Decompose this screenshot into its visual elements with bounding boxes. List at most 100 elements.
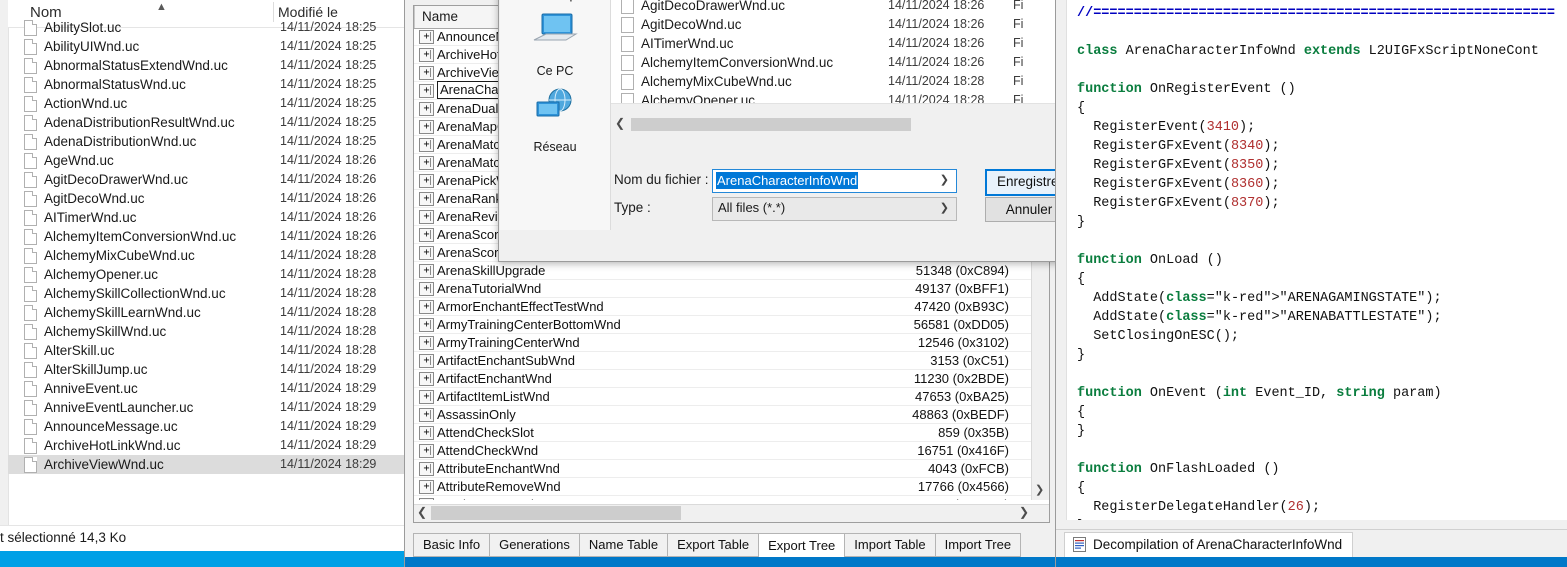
export-tree-row[interactable]: + ArmyTrainingCenterWnd 12546 (0x3102) — [414, 334, 1049, 352]
explorer-file-row[interactable]: AlterSkillJump.uc 14/11/2024 18:29 — [8, 360, 404, 379]
expand-plus-icon[interactable]: + — [419, 354, 434, 368]
dialog-file-row[interactable]: AlchemyOpener.uc 14/11/2024 18:28 Fi — [611, 91, 1071, 103]
expand-plus-icon[interactable]: + — [419, 102, 434, 116]
expand-plus-icon[interactable]: + — [419, 462, 434, 476]
code-editor[interactable]: //======================================… — [1067, 0, 1567, 533]
explorer-file-row[interactable]: AITimerWnd.uc 14/11/2024 18:26 — [8, 208, 404, 227]
expand-plus-icon[interactable]: + — [419, 300, 434, 314]
explorer-file-row[interactable]: AlchemySkillLearnWnd.uc 14/11/2024 18:28 — [8, 303, 404, 322]
expand-plus-icon[interactable]: + — [419, 156, 434, 170]
tool-tab-generations[interactable]: Generations — [489, 533, 580, 557]
tool-tab-name-table[interactable]: Name Table — [578, 533, 669, 557]
tool-tab-import-table[interactable]: Import Table — [844, 533, 936, 557]
export-tree-row[interactable]: + ArmyTrainingCenterBottomWnd 56581 (0xDD0… — [414, 316, 1049, 334]
expand-plus-icon[interactable]: + — [419, 480, 434, 494]
export-tree-row[interactable]: + AssassinOnly 48863 (0xBEDF) — [414, 406, 1049, 424]
explorer-file-row[interactable]: AlterSkill.uc 14/11/2024 18:28 — [8, 341, 404, 360]
expand-plus-icon[interactable]: + — [419, 84, 434, 98]
export-tree-row[interactable]: + AttendCheckWnd 16751 (0x416F) — [414, 442, 1049, 460]
expand-plus-icon[interactable]: + — [419, 192, 434, 206]
place-réseau[interactable]: Réseau — [500, 82, 610, 158]
dialog-file-row[interactable]: AlchemyItemConversionWnd.uc 14/11/2024 18… — [611, 53, 1071, 72]
horizontal-scroll-thumb[interactable] — [431, 506, 681, 520]
explorer-file-row[interactable]: AnniveEvent.uc 14/11/2024 18:29 — [8, 379, 404, 398]
chevron-down-icon[interactable]: ❯ — [940, 173, 949, 186]
explorer-file-row[interactable]: AlchemyItemConversionWnd.uc 14/11/2024 18… — [8, 227, 404, 246]
expand-plus-icon[interactable]: + — [419, 444, 434, 458]
export-tree-row[interactable]: + AttributeRemoveWnd 17766 (0x4566) — [414, 478, 1049, 496]
expand-plus-icon[interactable]: + — [419, 498, 434, 500]
dialog-file-row[interactable]: AITimerWnd.uc 14/11/2024 18:26 Fi — [611, 34, 1071, 53]
export-tree-column-name[interactable]: Name — [422, 9, 458, 24]
filetype-select[interactable]: All files (*.*) ❯ — [712, 197, 957, 221]
tool-tab-basic-info[interactable]: Basic Info — [413, 533, 491, 557]
explorer-file-row[interactable]: AgeWnd.uc 14/11/2024 18:26 — [8, 151, 404, 170]
expand-plus-icon[interactable]: + — [419, 174, 434, 188]
expand-plus-icon[interactable]: + — [419, 318, 434, 332]
export-tree-row[interactable]: + AttendCheckSlot 859 (0x35B) — [414, 424, 1049, 442]
dialog-file-row[interactable]: AgitDecoDrawerWnd.uc 14/11/2024 18:26 Fi — [611, 0, 1071, 15]
dialog-file-list[interactable]: AdenaDistributionWnd.uc14/11/2024 18:25F… — [611, 0, 1071, 104]
tool-tab-bar[interactable]: Basic Info Generations Name Table Export Ta… — [413, 533, 1022, 558]
explorer-file-row[interactable]: AgitDecoDrawerWnd.uc 14/11/2024 18:26 — [8, 170, 404, 189]
chevron-right-icon[interactable]: ❯ — [1019, 505, 1029, 519]
explorer-file-row[interactable]: AdenaDistributionResultWnd.uc 14/11/2024 … — [8, 113, 404, 132]
chevron-left-icon[interactable]: ❮ — [615, 116, 625, 130]
expand-plus-icon[interactable]: + — [419, 66, 434, 80]
expand-plus-icon[interactable]: + — [419, 372, 434, 386]
sort-ascending-icon[interactable]: ▲ — [156, 1, 167, 13]
explorer-file-row[interactable]: AlchemyOpener.uc 14/11/2024 18:28 — [8, 265, 404, 284]
explorer-file-row[interactable]: AbnormalStatusWnd.uc 14/11/2024 18:25 — [8, 75, 404, 94]
explorer-file-row[interactable]: AbilitySlot.uc 14/11/2024 18:25 — [8, 18, 404, 37]
expand-plus-icon[interactable]: + — [419, 408, 434, 422]
export-tree-row[interactable]: + ArtifactEnchantSubWnd 3153 (0xC51) — [414, 352, 1049, 370]
explorer-file-row[interactable]: AgitDecoWnd.uc 14/11/2024 18:26 — [8, 189, 404, 208]
code-horizontal-scrollbar[interactable] — [1056, 520, 1567, 529]
export-tree-horizontal-scrollbar[interactable]: ❮ ❯ — [414, 504, 1049, 522]
explorer-file-row[interactable]: ArchiveHotLinkWnd.uc 14/11/2024 18:29 — [8, 436, 404, 455]
code-tab-bar[interactable]: Decompilation of ArenaCharacterInfoWnd — [1056, 529, 1567, 558]
export-tree-row[interactable]: + ArenaSkillUpgrade 51348 (0xC894) — [414, 262, 1049, 280]
expand-plus-icon[interactable]: + — [419, 138, 434, 152]
tool-tab-export-table[interactable]: Export Table — [667, 533, 760, 557]
explorer-file-row[interactable]: AnnounceMessage.uc 14/11/2024 18:29 — [8, 417, 404, 436]
explorer-file-row[interactable]: AlchemyMixCubeWnd.uc 14/11/2024 18:28 — [8, 246, 404, 265]
expand-plus-icon[interactable]: + — [419, 264, 434, 278]
dialog-file-row[interactable]: AgitDecoWnd.uc 14/11/2024 18:26 Fi — [611, 15, 1071, 34]
dialog-hscroll-thumb[interactable] — [631, 118, 911, 131]
export-tree-row[interactable]: + ArtifactItemListWnd 47653 (0xBA25) — [414, 388, 1049, 406]
explorer-file-row[interactable]: AlchemySkillWnd.uc 14/11/2024 18:28 — [8, 322, 404, 341]
save-file-dialog[interactable]: Bibliothèques Ce PC Réseau AdenaDistributi… — [498, 0, 1075, 262]
tool-tab-import-tree[interactable]: Import Tree — [934, 533, 1022, 557]
chevron-down-icon[interactable]: ❯ — [1035, 483, 1044, 496]
expand-plus-icon[interactable]: + — [419, 30, 434, 44]
dialog-file-row[interactable]: AlchemyMixCubeWnd.uc 14/11/2024 18:28 Fi — [611, 72, 1071, 91]
export-tree-row[interactable]: + ArmorEnchantEffectTestWnd 47420 (0xB93C) — [414, 298, 1049, 316]
explorer-file-row[interactable]: ArchiveViewWnd.uc 14/11/2024 18:29 — [8, 455, 404, 474]
filename-value[interactable]: ArenaCharacterInfoWnd — [716, 172, 859, 189]
chevron-left-icon[interactable]: ❮ — [417, 505, 427, 519]
explorer-file-row[interactable]: AbnormalStatusExtendWnd.uc 14/11/2024 18:… — [8, 56, 404, 75]
place-ce-pc[interactable]: Ce PC — [500, 6, 610, 82]
chevron-down-icon[interactable]: ❯ — [940, 201, 949, 214]
dialog-places-sidebar[interactable]: Bibliothèques Ce PC Réseau — [500, 0, 611, 230]
expand-plus-icon[interactable]: + — [419, 426, 434, 440]
explorer-file-list[interactable]: AbilitySlot.uc 14/11/2024 18:25 AbilityUIW… — [8, 18, 404, 516]
explorer-file-row[interactable]: AnniveEventLauncher.uc 14/11/2024 18:29 — [8, 398, 404, 417]
expand-plus-icon[interactable]: + — [419, 120, 434, 134]
filename-input[interactable]: ArenaCharacterInfoWnd ❯ — [712, 169, 957, 193]
export-tree-row[interactable]: +AuctionNextWnd 50088 (0xC3A8) — [414, 496, 1049, 500]
expand-plus-icon[interactable]: + — [419, 48, 434, 62]
explorer-file-row[interactable]: AlchemySkillCollectionWnd.uc 14/11/2024 1… — [8, 284, 404, 303]
tab-decompilation[interactable]: Decompilation of ArenaCharacterInfoWnd — [1064, 532, 1354, 557]
expand-plus-icon[interactable]: + — [419, 228, 434, 242]
expand-plus-icon[interactable]: + — [419, 390, 434, 404]
export-tree-row[interactable]: + ArtifactEnchantWnd 11230 (0x2BDE) — [414, 370, 1049, 388]
tool-tab-export-tree[interactable]: Export Tree — [758, 533, 846, 558]
export-tree-row[interactable]: + ArenaTutorialWnd 49137 (0xBFF1) — [414, 280, 1049, 298]
expand-plus-icon[interactable]: + — [419, 336, 434, 350]
explorer-file-row[interactable]: AdenaDistributionWnd.uc 14/11/2024 18:25 — [8, 132, 404, 151]
export-tree-row[interactable]: + AttributeEnchantWnd 4043 (0xFCB) — [414, 460, 1049, 478]
explorer-file-row[interactable]: ActionWnd.uc 14/11/2024 18:25 — [8, 94, 404, 113]
dialog-horizontal-scrollbar[interactable]: ❮ ❯ — [611, 116, 1071, 133]
